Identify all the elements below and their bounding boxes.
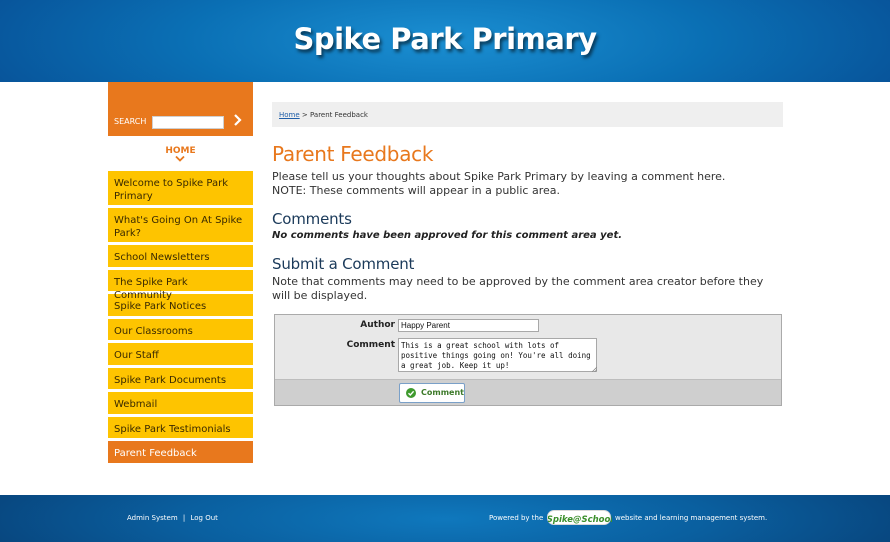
- main-content: Home > Parent Feedback Parent Feedback P…: [272, 102, 783, 406]
- chevron-down-icon: [175, 155, 185, 162]
- sidebar-item-webmail[interactable]: Webmail: [108, 392, 253, 417]
- breadcrumb-separator: >: [299, 111, 310, 119]
- author-input[interactable]: [398, 319, 539, 332]
- log-out-link[interactable]: Log Out: [190, 514, 217, 522]
- sidebar-item-label: Spike Park Documents: [114, 374, 227, 386]
- submit-comment-heading: Submit a Comment: [272, 255, 415, 273]
- sidebar-item-label: Spike Park Notices: [114, 301, 207, 312]
- breadcrumb-current: Parent Feedback: [310, 111, 368, 119]
- sidebar-item-label: Welcome to Spike Park Primary: [114, 178, 228, 202]
- check-circle-icon: [406, 388, 416, 398]
- comment-submit-button[interactable]: Comment: [399, 383, 465, 403]
- sidebar-nav: Welcome to Spike Park Primary What's Goi…: [108, 171, 253, 466]
- comment-textarea[interactable]: This is a great school with lots of posi…: [398, 338, 597, 372]
- page-title: Parent Feedback: [272, 142, 434, 166]
- powered-by-suffix: website and learning management system.: [615, 514, 768, 522]
- logo-text: Spike@School: [548, 515, 612, 525]
- sidebar-item-whats-going-on[interactable]: What's Going On At Spike Park?: [108, 208, 253, 245]
- resize-grip-icon[interactable]: [591, 366, 597, 372]
- spike-logo-icon: Spike@School: [548, 515, 612, 525]
- footer-separator: |: [182, 514, 186, 522]
- site-header: Spike Park Primary: [0, 0, 890, 82]
- search-label: SEARCH: [114, 117, 147, 126]
- intro-line: Please tell us your thoughts about Spike…: [272, 170, 726, 183]
- intro-note: NOTE: These comments will appear in a pu…: [272, 184, 560, 197]
- powered-by-prefix: Powered by the: [489, 514, 544, 522]
- spike-at-school-logo[interactable]: Spike@School: [547, 510, 612, 525]
- search-input[interactable]: [152, 116, 224, 129]
- footer-links: Admin System | Log Out: [127, 514, 218, 522]
- sidebar-item-label: Parent Feedback: [114, 448, 197, 459]
- site-footer: Admin System | Log Out Powered by the Sp…: [0, 495, 890, 542]
- admin-system-link[interactable]: Admin System: [127, 514, 178, 522]
- breadcrumb: Home > Parent Feedback: [272, 102, 783, 127]
- home-link[interactable]: HOME: [108, 146, 253, 168]
- author-label: Author: [360, 320, 395, 330]
- sidebar-item-testimonials[interactable]: Spike Park Testimonials: [108, 416, 253, 441]
- comment-submit-label: Comment: [421, 388, 464, 397]
- sidebar-item-documents[interactable]: Spike Park Documents: [108, 367, 253, 392]
- search-submit-button[interactable]: [230, 114, 246, 130]
- sidebar-item-label: Webmail: [114, 399, 158, 410]
- sidebar-item-staff[interactable]: Our Staff: [108, 343, 253, 368]
- comment-form: Author Comment This is a great school wi…: [274, 314, 782, 406]
- sidebar-item-label: School Newsletters: [114, 252, 210, 263]
- sidebar-item-parent-feedback[interactable]: Parent Feedback: [108, 441, 253, 466]
- sidebar-item-community[interactable]: The Spike Park Community: [108, 269, 253, 301]
- site-title: Spike Park Primary: [293, 22, 597, 56]
- sidebar-item-classrooms[interactable]: Our Classrooms: [108, 318, 253, 343]
- search-box: SEARCH: [108, 82, 253, 136]
- no-comments-message: No comments have been approved for this …: [272, 230, 623, 241]
- submit-note: Note that comments may need to be approv…: [272, 275, 764, 302]
- sidebar-item-welcome[interactable]: Welcome to Spike Park Primary: [108, 171, 253, 208]
- sidebar-item-label: Our Classrooms: [114, 325, 193, 337]
- sidebar: SEARCH HOME Welcome to Spike Park Primar…: [108, 82, 253, 466]
- comment-label: Comment: [346, 340, 395, 350]
- comment-form-footer: [275, 379, 781, 405]
- breadcrumb-home-link[interactable]: Home: [279, 111, 300, 119]
- chevron-right-icon: [234, 114, 242, 126]
- intro-text: Please tell us your thoughts about Spike…: [272, 170, 783, 198]
- sidebar-item-label: Spike Park Testimonials: [114, 423, 231, 435]
- sidebar-item-label: What's Going On At Spike Park?: [114, 215, 243, 239]
- sidebar-item-label: Our Staff: [114, 350, 159, 361]
- sidebar-item-newsletters[interactable]: School Newsletters: [108, 245, 253, 270]
- comments-heading: Comments: [272, 210, 352, 228]
